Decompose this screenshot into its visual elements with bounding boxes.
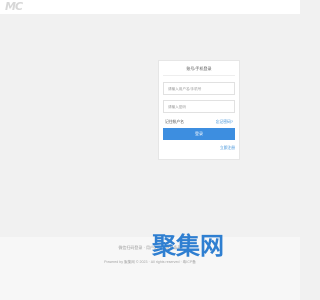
site-logo[interactable]: MC — [5, 1, 23, 13]
title-divider — [163, 75, 235, 76]
top-bar: MC — [0, 0, 300, 14]
options-row: 记住帐户名 忘记密码? — [163, 118, 235, 126]
register-link[interactable]: 立即注册 — [220, 145, 235, 151]
footer: 微信扫码登录 · 用户协议 · 隐私条款 Powered by 聚集网 © 20… — [0, 237, 300, 300]
remember-account-label[interactable]: 记住帐户名 — [165, 119, 184, 125]
username-input[interactable] — [163, 82, 235, 95]
password-input[interactable] — [163, 100, 235, 113]
login-title: 账号/手机登录 — [186, 66, 212, 71]
footer-copyright: Powered by 聚集网 © 2023 · All rights reser… — [104, 260, 196, 264]
watermark-logo: 聚集网 — [152, 232, 224, 260]
footer-links[interactable]: 微信扫码登录 · 用户协议 · 隐私条款 — [0, 245, 300, 251]
forgot-password-link[interactable]: 忘记密码? — [216, 119, 233, 125]
login-button[interactable]: 登录 — [163, 128, 235, 140]
login-panel: 账号/手机登录 记住帐户名 忘记密码? 登录 立即注册 — [158, 60, 240, 160]
